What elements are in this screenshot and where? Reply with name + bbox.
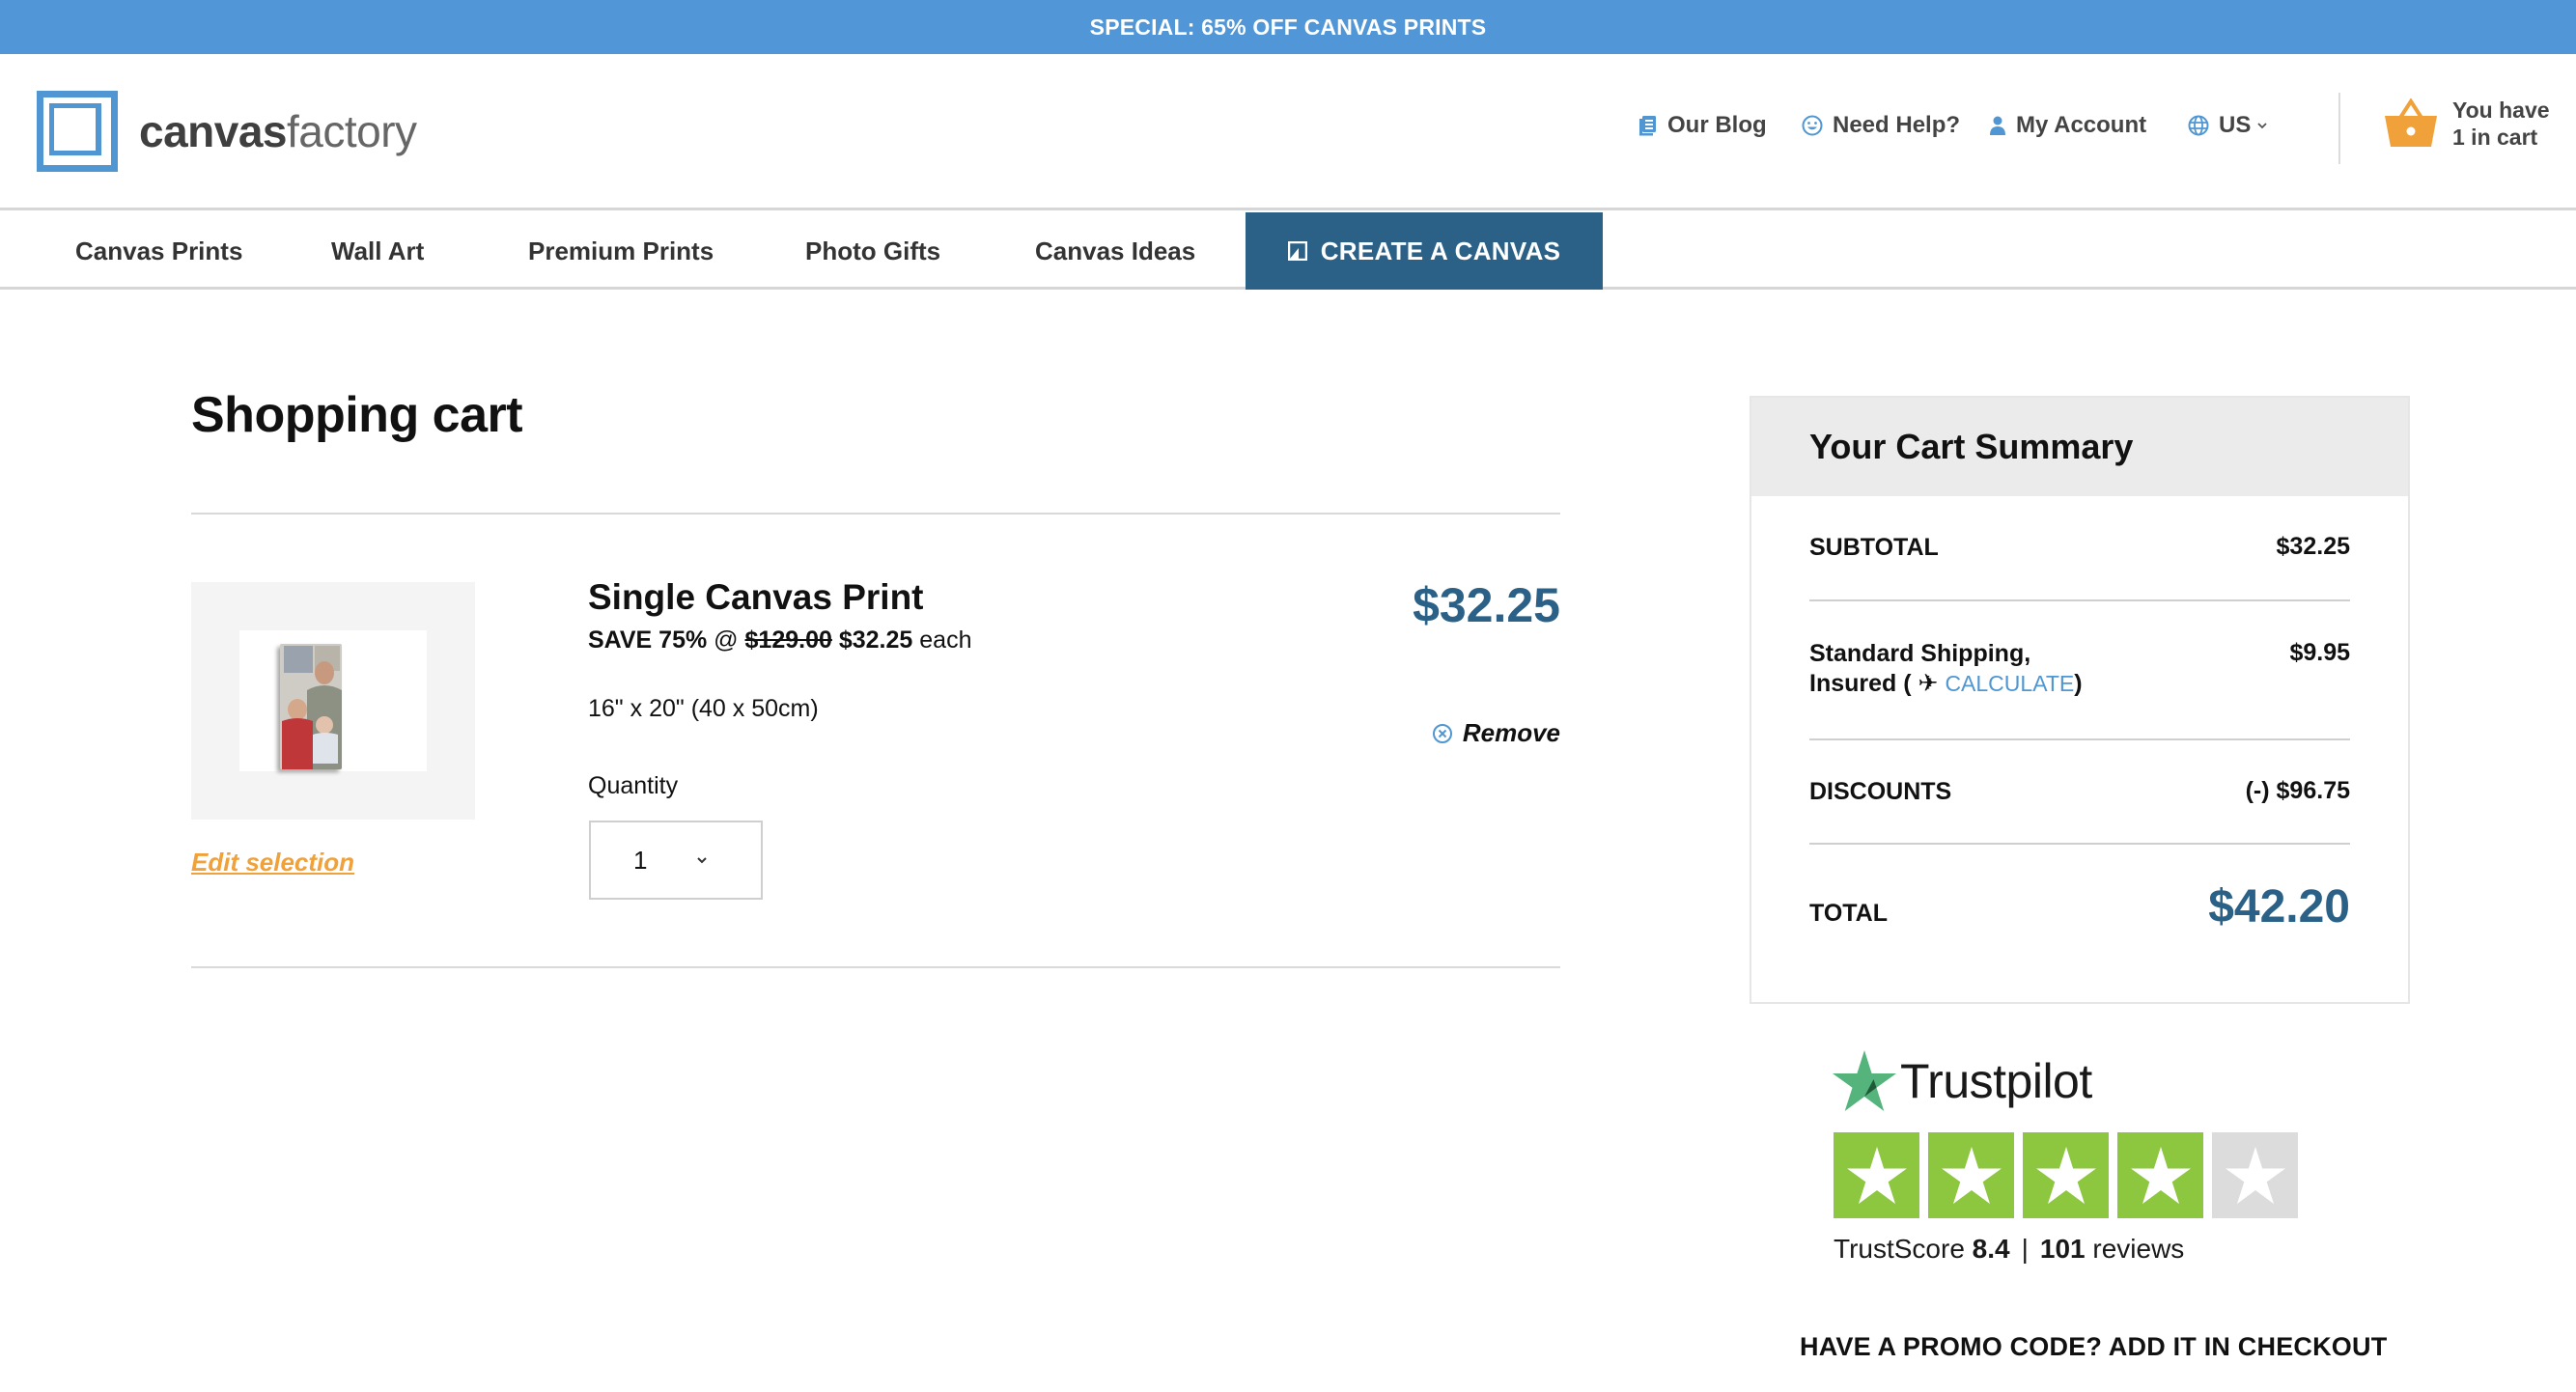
star-filled-icon [2117, 1132, 2203, 1218]
logo[interactable]: canvasfactory [37, 91, 417, 172]
main-nav: Canvas Prints Wall Art Premium Prints Ph… [0, 212, 2576, 290]
quantity-select[interactable]: 1 [589, 821, 763, 900]
nav-wall-art[interactable]: Wall Art [331, 212, 424, 290]
trustpilot-star-icon [1833, 1050, 1896, 1111]
nav-our-blog-label: Our Blog [1667, 112, 1767, 138]
divider-top [191, 513, 1560, 515]
nav-premium-prints[interactable]: Premium Prints [528, 212, 714, 290]
save-label: SAVE 75% [588, 626, 708, 654]
quantity-label: Quantity [588, 772, 679, 799]
page-title: Shopping cart [191, 387, 523, 443]
product-savings: SAVE 75% @ $129.00 $32.25 each [588, 626, 971, 654]
chevron-down-icon [697, 857, 708, 864]
summary-divider [1809, 843, 2350, 845]
trustpilot-wordmark: Trustpilot [1900, 1054, 2092, 1108]
sale-price: $32.25 [838, 626, 913, 654]
star-empty-icon [2212, 1132, 2298, 1218]
product-size: 16" x 20" (40 x 50cm) [588, 695, 819, 722]
logo-mark-icon [37, 91, 118, 172]
total-row: TOTAL $42.20 [1809, 880, 2350, 933]
remove-button[interactable]: Remove [1432, 718, 1560, 748]
nav-my-account-label: My Account [2016, 112, 2147, 138]
product-thumbnail [191, 582, 475, 820]
mini-cart[interactable]: You have 1 in cart [2383, 97, 2550, 151]
star-filled-icon [1834, 1132, 1919, 1218]
globe-icon [2188, 115, 2209, 136]
user-icon [1990, 116, 2005, 135]
star-filled-icon [1928, 1132, 2014, 1218]
total-value: $42.20 [2208, 881, 2350, 933]
chevron-down-icon [2257, 123, 2267, 129]
close-circle-icon [1432, 723, 1452, 743]
header-divider [2338, 93, 2340, 164]
trustpilot-logo[interactable]: Trustpilot [1833, 1050, 2092, 1112]
discounts-row: DISCOUNTS (-) $96.75 [1809, 777, 2350, 807]
promo-code-note: HAVE A PROMO CODE? ADD IT IN CHECKOUT [1800, 1332, 2388, 1361]
subtotal-label: SUBTOTAL [1809, 534, 1939, 561]
total-label: TOTAL [1809, 900, 1889, 927]
image-icon [1287, 241, 1307, 261]
nav-canvas-ideas[interactable]: Canvas Ideas [1035, 212, 1195, 290]
nav-need-help[interactable]: Need Help? [1802, 112, 1960, 139]
cart-summary: Your Cart Summary SUBTOTAL $32.25 Standa… [1750, 396, 2410, 1004]
trustscore-value: 8.4 [1972, 1234, 2010, 1264]
reviews-count: 101 [2039, 1234, 2086, 1264]
book-icon [1639, 116, 1656, 136]
trustscore-text[interactable]: TrustScore 8.4 | 101 reviews [1834, 1234, 2184, 1265]
shipping-label: Standard Shipping, Insured ( ✈ CALCULATE… [1809, 640, 2083, 697]
region-label: US [2219, 112, 2252, 138]
quantity-value: 1 [633, 845, 648, 875]
subtotal-value: $32.25 [2276, 533, 2350, 560]
shipping-row: Standard Shipping, Insured ( ✈ CALCULATE… [1809, 639, 2350, 699]
create-canvas-label: CREATE A CANVAS [1320, 236, 1561, 265]
nav-our-blog[interactable]: Our Blog [1638, 112, 1767, 139]
summary-divider [1809, 738, 2350, 740]
at-symbol: @ [714, 626, 739, 654]
product-title: Single Canvas Print [588, 577, 924, 617]
airplane-icon: ✈ [1918, 670, 1939, 697]
divider-bottom [191, 966, 1560, 968]
promo-banner-text: SPECIAL: 65% OFF CANVAS PRINTS [1089, 14, 1487, 40]
subtotal-row: SUBTOTAL $32.25 [1809, 533, 2350, 563]
basket-icon [2385, 98, 2437, 147]
region-selector[interactable]: US [2188, 112, 2268, 139]
promo-banner[interactable]: SPECIAL: 65% OFF CANVAS PRINTS [0, 0, 2576, 54]
shipping-value: $9.95 [2289, 639, 2350, 666]
nav-photo-gifts[interactable]: Photo Gifts [805, 212, 940, 290]
smiley-icon [1802, 115, 1823, 136]
line-price: $32.25 [1413, 578, 1560, 632]
site-header: canvasfactory Our Blog Need Help? My Acc… [0, 54, 2576, 210]
edit-selection-link[interactable]: Edit selection [191, 848, 354, 877]
nav-canvas-prints[interactable]: Canvas Prints [75, 212, 242, 290]
summary-divider [1809, 599, 2350, 601]
nav-my-account[interactable]: My Account [1989, 112, 2146, 139]
nav-need-help-label: Need Help? [1833, 112, 1961, 138]
each-label: each [919, 626, 972, 654]
original-price: $129.00 [744, 626, 832, 654]
logo-text: canvasfactory [139, 106, 417, 156]
create-canvas-button[interactable]: CREATE A CANVAS [1246, 212, 1603, 290]
discounts-label: DISCOUNTS [1809, 778, 1952, 805]
calculate-shipping-link[interactable]: CALCULATE [1945, 671, 2074, 696]
trustpilot-rating [1834, 1132, 2307, 1218]
summary-title: Your Cart Summary [1751, 398, 2408, 496]
mini-cart-line1: You have [2452, 97, 2550, 123]
product-photo [280, 644, 342, 769]
discounts-value: (-) $96.75 [2245, 777, 2350, 804]
mini-cart-line2: 1 in cart [2452, 125, 2538, 150]
star-filled-icon [2023, 1132, 2109, 1218]
remove-label: Remove [1462, 718, 1560, 747]
